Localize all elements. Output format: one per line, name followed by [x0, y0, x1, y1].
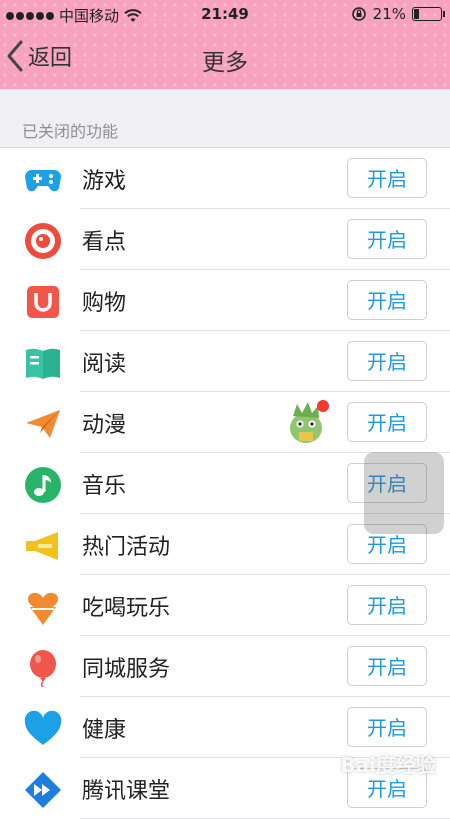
- navigation-bar: 返回 更多: [0, 28, 450, 89]
- book-icon: [26, 348, 60, 379]
- music-note-icon: [25, 467, 61, 503]
- item-label: 同城服务: [82, 657, 171, 682]
- list-item-anime: 动漫 开启: [0, 392, 450, 453]
- item-label: 腾讯课堂: [82, 779, 171, 804]
- item-label: 购物: [82, 291, 127, 316]
- fast-forward-icon: [25, 772, 61, 808]
- gamepad-icon: [25, 170, 61, 192]
- enable-button-kandian[interactable]: 开启: [347, 219, 427, 259]
- list-item-shopping: 购物 开启: [0, 270, 450, 331]
- list-item-food: 吃喝玩乐 开启: [0, 575, 450, 636]
- megaphone-icon: [26, 532, 58, 560]
- item-label: 动漫: [82, 413, 127, 438]
- enable-button-game[interactable]: 开启: [347, 158, 427, 198]
- item-label: 游戏: [82, 169, 127, 194]
- list-item-local-services: 同城服务 开启: [0, 636, 450, 697]
- status-bar: 中国移动 21:49 21%: [0, 0, 450, 28]
- page-title: 更多: [202, 50, 248, 76]
- balloon-icon: [30, 650, 56, 687]
- paper-plane-icon: [26, 410, 60, 438]
- list-item-game: 游戏 开启: [0, 148, 450, 209]
- heart-icon: [24, 710, 62, 745]
- ice-cream-heart-icon: [27, 592, 59, 625]
- shopping-bag-icon: [27, 286, 59, 318]
- item-label: 吃喝玩乐: [82, 596, 171, 621]
- watermark: Bai度经验: [340, 753, 436, 777]
- enable-button-reading[interactable]: 开启: [347, 341, 427, 381]
- list-item-reading: 阅读 开启: [0, 331, 450, 392]
- eye-circle-icon: [25, 223, 61, 259]
- item-label: 热门活动: [82, 535, 171, 560]
- list-item-kandian: 看点 开启: [0, 209, 450, 270]
- item-label: 健康: [82, 718, 127, 743]
- item-label: 音乐: [82, 474, 127, 499]
- battery-icon: [412, 7, 445, 21]
- section-title: 已关闭的功能: [22, 122, 119, 141]
- item-label: 阅读: [82, 352, 127, 377]
- enable-button-shopping[interactable]: 开启: [347, 280, 427, 320]
- touch-highlight: [364, 452, 444, 534]
- battery-percent: 21%: [372, 5, 406, 23]
- enable-button-food[interactable]: 开启: [347, 585, 427, 625]
- header: 中国移动 21:49 21% 返回 更多: [0, 0, 450, 89]
- enable-button-health[interactable]: 开启: [347, 707, 427, 747]
- item-label: 看点: [82, 230, 127, 255]
- enable-button-anime[interactable]: 开启: [347, 402, 427, 442]
- rotation-lock-icon: [351, 7, 366, 21]
- dragon-mascot-icon: [290, 400, 329, 443]
- enable-button-local-services[interactable]: 开启: [347, 646, 427, 686]
